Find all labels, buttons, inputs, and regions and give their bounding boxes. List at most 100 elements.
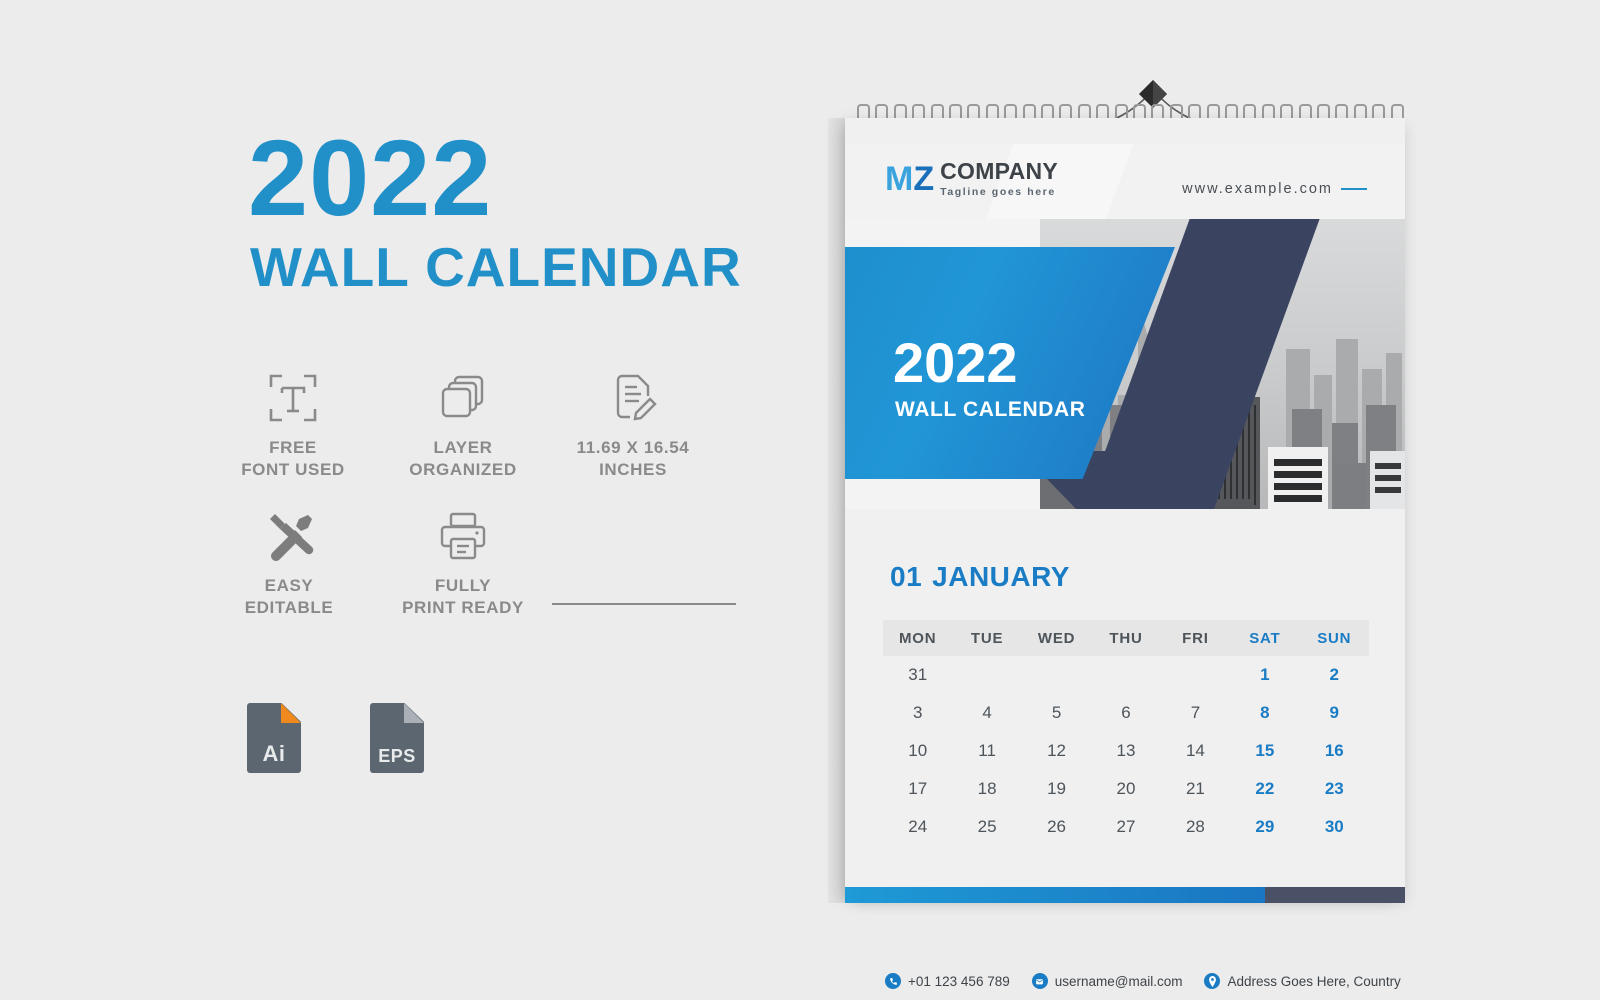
- month-name: JANUARY: [932, 561, 1070, 592]
- contact-footer: +01 123 456 789 username@mail.com Addres…: [885, 973, 1401, 989]
- company-tagline: Tagline goes here: [940, 186, 1056, 198]
- wall-calendar: MZ COMPANY Tagline goes here www.example…: [845, 118, 1405, 989]
- logo-mark: MZ: [885, 162, 934, 196]
- date-cell[interactable]: 9: [1300, 703, 1369, 723]
- date-cell[interactable]: 5: [1022, 703, 1091, 723]
- date-grid: MON TUE WED THU FRI SAT SUN 31 1 2 3 4 5 6 7 8 9 10 11 12 1…: [883, 620, 1369, 846]
- location-pin-icon: [1204, 973, 1221, 989]
- feature-line1: LAYER: [433, 438, 493, 457]
- feature-line2: FONT USED: [241, 460, 345, 480]
- hero-year: 2022: [893, 331, 1018, 394]
- document-edit-icon: [538, 365, 728, 425]
- date-cell[interactable]: 15: [1230, 741, 1299, 761]
- date-cell[interactable]: 27: [1091, 817, 1160, 837]
- date-cell[interactable]: 11: [952, 741, 1021, 761]
- address-text: Address Goes Here, Country: [1227, 973, 1401, 989]
- logo-mark-z: Z: [913, 160, 935, 198]
- printer-icon: [368, 503, 558, 563]
- website-accent-line: [1341, 188, 1367, 190]
- feature-line1: FREE: [269, 438, 317, 457]
- bottom-bar-navy: [1265, 887, 1405, 903]
- feature-layer-organized: LAYER ORGANIZED: [368, 365, 558, 481]
- calendar-hero: 2022 WALL CALENDAR: [845, 219, 1405, 509]
- date-cell[interactable]: 30: [1300, 817, 1369, 837]
- promo-panel: 2022 WALL CALENDAR FREE FONT USED LAYER: [0, 0, 790, 1000]
- date-cell[interactable]: 10: [883, 741, 952, 761]
- feature-free-font-used: FREE FONT USED: [198, 365, 388, 481]
- page-shadow: [828, 118, 846, 903]
- date-cell[interactable]: 24: [883, 817, 952, 837]
- date-cell[interactable]: 29: [1230, 817, 1299, 837]
- date-cell[interactable]: 8: [1230, 703, 1299, 723]
- date-cell[interactable]: 25: [952, 817, 1021, 837]
- weekday-tue: TUE: [970, 629, 1004, 647]
- date-cell[interactable]: 18: [952, 779, 1021, 799]
- weekday-fri: FRI: [1182, 629, 1209, 647]
- promo-year-title: 2022: [248, 117, 493, 238]
- bottom-bar-blue: [845, 887, 1265, 903]
- date-row: 10 11 12 13 14 15 16: [883, 732, 1369, 770]
- tools-icon: [194, 503, 384, 563]
- text-frame-icon: [198, 365, 388, 425]
- feature-line1: FULLY: [434, 576, 492, 595]
- weekday-header-row: MON TUE WED THU FRI SAT SUN: [883, 620, 1369, 656]
- date-row: 24 25 26 27 28 29 30: [883, 808, 1369, 846]
- promo-subtitle: WALL CALENDAR: [250, 236, 742, 298]
- date-row: 3456789: [883, 694, 1369, 732]
- date-cell[interactable]: 20: [1091, 779, 1160, 799]
- feature-label: EASY EDITABLE: [194, 575, 384, 619]
- date-cell[interactable]: 17: [883, 779, 952, 799]
- file-label: EPS: [378, 746, 416, 766]
- contact-email[interactable]: username@mail.com: [1031, 973, 1182, 989]
- date-cell[interactable]: 12: [1022, 741, 1091, 761]
- website-text: www.example.com: [1182, 181, 1333, 197]
- weekday-sat: SAT: [1249, 629, 1281, 647]
- file-corner-fold: [281, 703, 301, 723]
- date-cell[interactable]: 6: [1091, 703, 1160, 723]
- date-cell[interactable]: 28: [1161, 817, 1230, 837]
- website-url: www.example.com: [1182, 181, 1367, 197]
- date-cell[interactable]: 1: [1230, 665, 1299, 685]
- layers-icon: [368, 365, 558, 425]
- date-cell[interactable]: 31: [883, 665, 952, 685]
- feature-line1: EASY: [264, 576, 314, 595]
- feature-line1: 11.69 X 16.54: [576, 438, 690, 457]
- date-cell[interactable]: 23: [1300, 779, 1369, 799]
- feature-dimensions: 11.69 X 16.54 INCHES: [538, 365, 728, 481]
- contact-phone[interactable]: +01 123 456 789: [885, 973, 1010, 989]
- feature-easy-editable: EASY EDITABLE: [194, 503, 384, 619]
- date-cell[interactable]: 4: [952, 703, 1021, 723]
- date-cell[interactable]: 3: [883, 703, 952, 723]
- hero-subtitle: WALL CALENDAR: [895, 398, 1086, 421]
- date-cell[interactable]: 22: [1230, 779, 1299, 799]
- date-cell[interactable]: 2: [1300, 665, 1369, 685]
- phone-text: +01 123 456 789: [908, 973, 1010, 989]
- date-cell[interactable]: 14: [1161, 741, 1230, 761]
- feature-line2: PRINT READY: [402, 598, 524, 618]
- date-cell[interactable]: 7: [1161, 703, 1230, 723]
- date-cell[interactable]: 13: [1091, 741, 1160, 761]
- horizontal-divider: [552, 603, 736, 605]
- contact-address[interactable]: Address Goes Here, Country: [1204, 973, 1401, 989]
- file-label: Ai: [262, 741, 286, 766]
- company-name: COMPANY: [940, 158, 1059, 184]
- date-cell[interactable]: 19: [1022, 779, 1091, 799]
- feature-label: LAYER ORGANIZED: [368, 437, 558, 481]
- file-badge-ai: Ai: [247, 703, 301, 773]
- feature-line2: INCHES: [599, 460, 667, 480]
- bottom-accent-bar: [845, 887, 1405, 903]
- file-badge-eps: EPS: [370, 703, 424, 773]
- date-cell[interactable]: 21: [1161, 779, 1230, 799]
- company-logo: MZ COMPANY Tagline goes here: [885, 158, 1059, 199]
- weekday-wed: WED: [1037, 629, 1076, 647]
- feature-line2: EDITABLE: [244, 598, 334, 618]
- logo-words: COMPANY Tagline goes here: [940, 158, 1059, 199]
- date-cell[interactable]: 26: [1022, 817, 1091, 837]
- feature-label: FULLY PRINT READY: [368, 575, 558, 619]
- weekday-sun: SUN: [1317, 629, 1352, 647]
- feature-label: 11.69 X 16.54 INCHES: [538, 437, 728, 481]
- feature-label: FREE FONT USED: [198, 437, 388, 481]
- feature-line2: ORGANIZED: [409, 460, 517, 480]
- weekday-mon: MON: [899, 629, 937, 647]
- date-cell[interactable]: 16: [1300, 741, 1369, 761]
